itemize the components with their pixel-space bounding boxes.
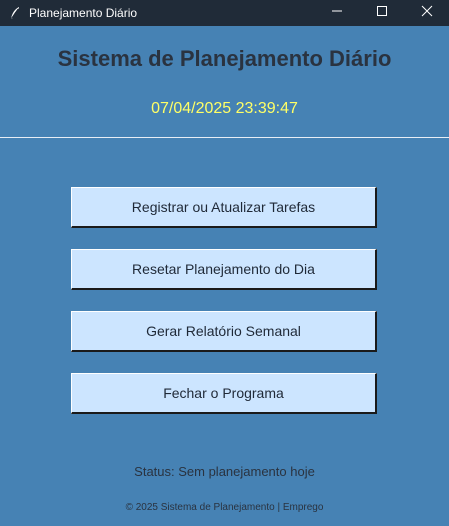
header-divider: [0, 137, 449, 138]
close-button[interactable]: [404, 0, 449, 26]
maximize-icon: [376, 4, 388, 22]
minimize-button[interactable]: [314, 0, 359, 26]
feather-icon: [4, 0, 26, 26]
status-text: Status: Sem planejamento hoje: [134, 464, 315, 479]
window-title: Planejamento Diário: [29, 6, 138, 20]
reset-planning-button[interactable]: Resetar Planejamento do Dia: [71, 249, 377, 290]
maximize-button[interactable]: [359, 0, 404, 26]
app-window: Planejamento Diário Sistema de Planejame…: [0, 0, 449, 526]
page-title: Sistema de Planejamento Diário: [57, 46, 392, 71]
register-tasks-button[interactable]: Registrar ou Atualizar Tarefas: [71, 187, 377, 228]
weekly-report-button[interactable]: Gerar Relatório Semanal: [71, 311, 377, 352]
close-program-button[interactable]: Fechar o Programa: [71, 373, 377, 414]
datetime-display: 07/04/2025 23:39:47: [151, 100, 298, 117]
footer-text: © 2025 Sistema de Planejamento | Emprego: [125, 502, 324, 513]
window-titlebar[interactable]: Planejamento Diário: [0, 0, 449, 26]
close-icon: [421, 4, 433, 22]
minimize-icon: [331, 4, 343, 22]
